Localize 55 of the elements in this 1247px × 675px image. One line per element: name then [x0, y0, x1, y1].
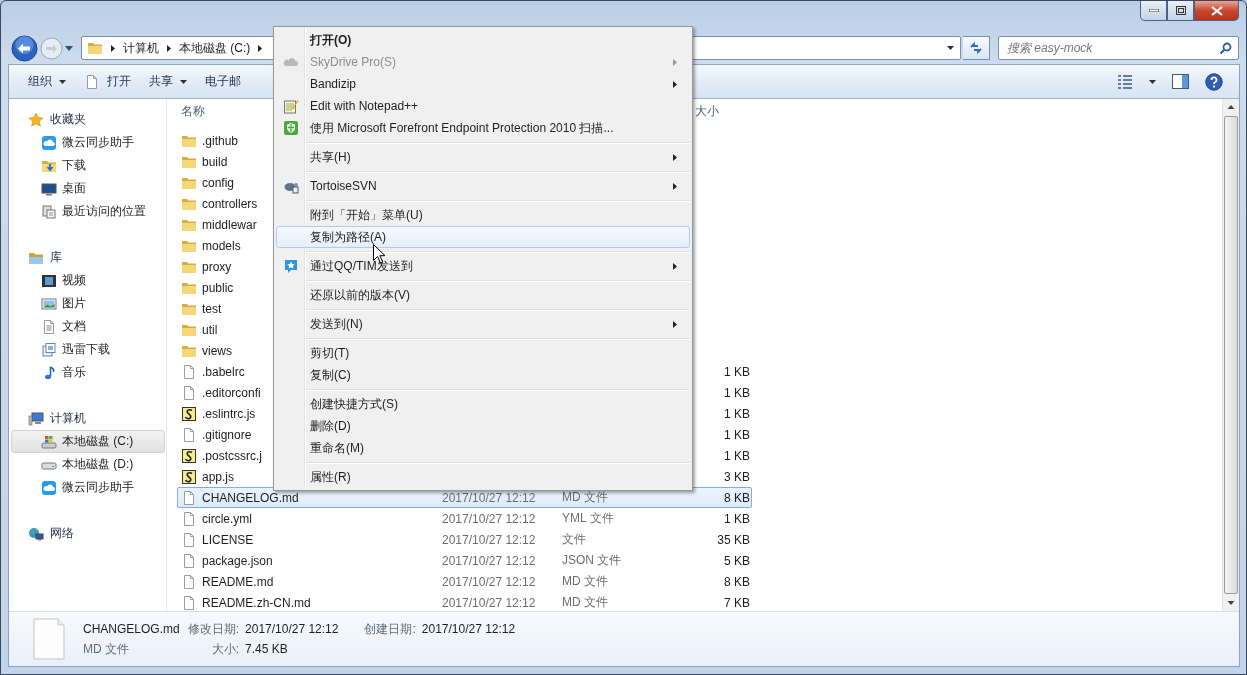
modified-date: 2017/10/27 12:12 [442, 595, 536, 610]
detail-label: 修改日期: [187, 620, 240, 638]
file-type: MD 文件 [83, 640, 130, 658]
file-size: 1 KB [723, 427, 751, 442]
file-type: MD 文件 [562, 594, 608, 611]
file-name: README.zh-CN.md [201, 595, 311, 610]
file-type: MD 文件 [562, 489, 608, 506]
file-type: YML 文件 [562, 510, 614, 527]
file-name: .postcssrc.j [201, 448, 262, 463]
file-name: middlewar [201, 217, 257, 232]
file-name: models [201, 238, 241, 253]
file-name: public [201, 280, 234, 295]
file-size: 8 KB [723, 490, 751, 505]
file-name: .editorconfi [201, 385, 261, 400]
file-size: 1 KB [723, 511, 751, 526]
modified-date: 2017/10/27 12:12 [442, 490, 536, 505]
file-name: LICENSE [201, 532, 254, 547]
modified-date: 2017/10/27 12:12 [442, 574, 536, 589]
file-size: 35 KB [716, 532, 751, 547]
file-type: 文件 [562, 531, 586, 548]
file-name: CHANGELOG.md [83, 622, 180, 636]
file-name: test [201, 301, 222, 316]
file-name: build [201, 154, 228, 169]
file-name: config [201, 175, 235, 190]
file-size: 1 KB [723, 364, 751, 379]
file-size: 1 KB [723, 385, 751, 400]
file-size: 3 KB [723, 469, 751, 484]
file-name: util [201, 322, 218, 337]
file-size: 7 KB [723, 595, 751, 610]
file-name: .eslintrc.js [201, 406, 256, 421]
detail-label: 大小: [210, 640, 240, 658]
file-name: .gitignore [201, 427, 252, 442]
modified-date: 2017/10/27 12:12 [442, 532, 536, 547]
detail-value: 7.45 KB [245, 642, 289, 656]
detail-value: 2017/10/27 12:12 [245, 622, 339, 636]
detail-label: 创建日期: [364, 620, 416, 638]
file-name: package.json [201, 553, 273, 568]
file-name: .github [201, 133, 239, 148]
modified-date: 2017/10/27 12:12 [442, 511, 536, 526]
file-size: 8 KB [723, 574, 751, 589]
file-name: controllers [201, 196, 258, 211]
file-name: CHANGELOG.md [201, 490, 299, 505]
file-name: views [201, 343, 232, 358]
file-type: JSON 文件 [562, 552, 622, 569]
file-name: .babelrc [201, 364, 245, 379]
file-name: proxy [201, 259, 232, 274]
file-size: 1 KB [723, 406, 751, 421]
file-size: 5 KB [723, 553, 751, 568]
file-name: README.md [201, 574, 274, 589]
file-type: MD 文件 [562, 573, 608, 590]
file-name: app.js [201, 469, 235, 484]
modified-date: 2017/10/27 12:12 [442, 553, 536, 568]
file-name: circle.yml [201, 511, 252, 526]
file-size: 1 KB [723, 448, 751, 463]
detail-value: 2017/10/27 12:12 [421, 622, 516, 636]
